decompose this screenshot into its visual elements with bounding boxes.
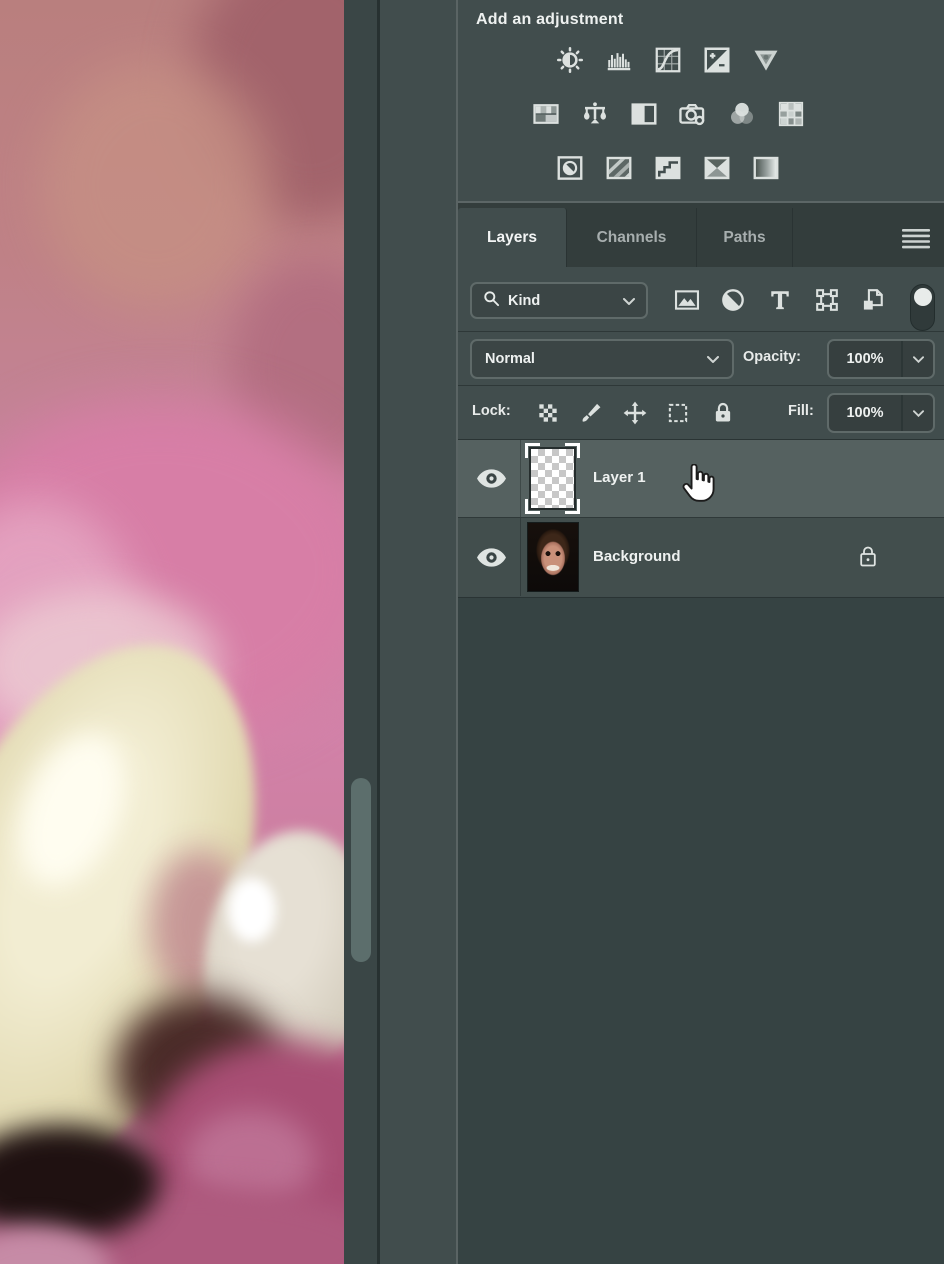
canvas-scrollbar-thumb[interactable]	[351, 778, 371, 962]
exposure-icon[interactable]	[701, 44, 733, 76]
type-layers-filter-icon[interactable]	[766, 286, 794, 314]
lock-options-bar: Lock:	[458, 386, 944, 440]
fill-label: Fill:	[788, 403, 814, 419]
tab-layers-label: Layers	[487, 229, 537, 247]
search-icon	[483, 290, 500, 311]
lock-all-icon[interactable]	[710, 400, 736, 426]
visibility-eye-icon[interactable]	[476, 547, 508, 569]
color-lookup-icon[interactable]	[775, 98, 807, 130]
thumbnail-bracket	[565, 499, 580, 514]
lock-label: Lock:	[472, 403, 511, 419]
layer-name[interactable]: Layer 1	[593, 469, 646, 486]
thumbnail-bracket	[565, 443, 580, 458]
adjustment-layers-filter-icon[interactable]	[719, 286, 747, 314]
adjustment-icons-row-1	[458, 44, 878, 76]
lock-image-icon[interactable]	[578, 400, 604, 426]
right-panel: Add an adjustment	[458, 0, 944, 1264]
kind-filter-label: Kind	[508, 293, 540, 309]
adjustment-icons-row-2	[458, 98, 878, 130]
adjustments-panel: Add an adjustment	[458, 0, 944, 203]
invert-icon[interactable]	[554, 152, 586, 184]
photo-blob	[40, 60, 270, 310]
brightness-contrast-icon[interactable]	[554, 44, 586, 76]
layer-row-layer-1[interactable]: Layer 1	[458, 440, 944, 517]
fill-value: 100%	[829, 405, 901, 421]
panel-dock-spacer	[380, 0, 458, 1264]
levels-icon[interactable]	[603, 44, 635, 76]
lock-transparency-icon[interactable]	[535, 400, 561, 426]
thumbnail-bracket	[525, 499, 540, 514]
opacity-stepper[interactable]	[901, 341, 933, 377]
chevron-down-icon	[623, 293, 635, 309]
layer-thumbnail-photo[interactable]	[527, 522, 579, 592]
opacity-label: Opacity:	[743, 349, 801, 365]
blend-mode-value: Normal	[485, 351, 535, 367]
photoshop-workspace: Add an adjustment	[0, 0, 944, 1264]
thumbnail-bracket	[525, 443, 540, 458]
visibility-eye-icon[interactable]	[476, 468, 508, 490]
opacity-value: 100%	[829, 351, 901, 367]
layer-filter-bar: Kind	[458, 267, 944, 332]
adjustment-icons-row-3	[458, 152, 878, 184]
lock-artboard-icon[interactable]	[665, 400, 691, 426]
smart-objects-filter-icon[interactable]	[859, 286, 887, 314]
selective-color-icon[interactable]	[750, 152, 782, 184]
canvas-scrollbar-track[interactable]	[344, 0, 377, 1264]
black-white-icon[interactable]	[628, 98, 660, 130]
kind-filter-dropdown[interactable]: Kind	[470, 282, 648, 319]
tab-channels[interactable]: Channels	[567, 208, 697, 267]
document-canvas[interactable]	[0, 0, 344, 1264]
fill-stepper[interactable]	[901, 395, 933, 431]
photo-filter-icon[interactable]	[677, 98, 709, 130]
tab-layers[interactable]: Layers	[458, 208, 567, 267]
blend-mode-dropdown[interactable]: Normal	[470, 339, 734, 379]
eye-column-divider	[520, 518, 521, 596]
color-balance-icon[interactable]	[579, 98, 611, 130]
layer-list-empty-area[interactable]	[458, 597, 944, 1264]
hue-saturation-icon[interactable]	[530, 98, 562, 130]
tab-paths[interactable]: Paths	[697, 208, 793, 267]
vibrance-icon[interactable]	[750, 44, 782, 76]
hamburger-menu-icon[interactable]	[902, 229, 930, 249]
layer-name[interactable]: Background	[593, 548, 681, 565]
opacity-field[interactable]: 100%	[827, 339, 935, 379]
chevron-down-icon	[707, 351, 719, 367]
tab-paths-label: Paths	[723, 229, 765, 247]
pixel-layers-filter-icon[interactable]	[673, 286, 701, 314]
posterize-icon[interactable]	[603, 152, 635, 184]
layer-thumbnail-transparent[interactable]	[525, 443, 580, 514]
curves-icon[interactable]	[652, 44, 684, 76]
layer-row-background[interactable]: Background	[458, 517, 944, 596]
layer-locked-icon	[857, 544, 879, 571]
lock-position-icon[interactable]	[622, 400, 648, 426]
eye-column-divider	[520, 440, 521, 517]
fill-field[interactable]: 100%	[827, 393, 935, 433]
tab-channels-label: Channels	[597, 229, 667, 247]
gradient-map-icon[interactable]	[701, 152, 733, 184]
shape-layers-filter-icon[interactable]	[813, 286, 841, 314]
photo-highlight	[228, 878, 276, 942]
threshold-icon[interactable]	[652, 152, 684, 184]
hand-cursor	[680, 464, 718, 506]
layer-filter-toggle[interactable]	[910, 284, 935, 331]
toggle-knob	[914, 288, 932, 306]
adjustments-panel-title: Add an adjustment	[476, 11, 623, 29]
channel-mixer-icon[interactable]	[726, 98, 758, 130]
blend-options-bar: Normal Opacity: 100%	[458, 332, 944, 386]
panel-tab-bar: Layers Channels Paths	[458, 203, 944, 267]
